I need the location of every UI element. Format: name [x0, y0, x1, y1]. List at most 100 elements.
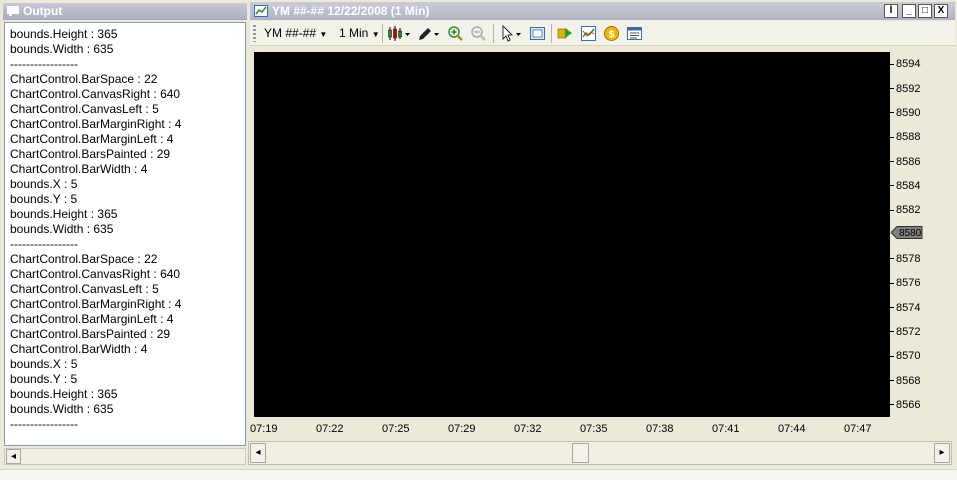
output-line: bounds.Width : 635 — [10, 402, 114, 416]
output-line: ChartControl.BarMarginLeft : 4 — [10, 312, 174, 326]
chart-toolbar: YM ##-## ▼ 1 Min ▼ $ — [250, 21, 955, 46]
y-tick-mark — [890, 331, 894, 333]
restore-pane-button[interactable]: l — [884, 4, 898, 18]
x-tick-label: 07:41 — [712, 423, 740, 435]
chevron-down-icon: ▼ — [319, 30, 328, 39]
y-tick-mark — [890, 404, 894, 406]
output-horizontal-scrollbar[interactable]: ◂ — [4, 448, 246, 465]
x-tick-label: 07:22 — [316, 423, 344, 435]
instrument-label: YM ##-## — [264, 26, 317, 40]
output-window-icon — [7, 6, 19, 16]
scroll-left-icon[interactable]: ◂ — [250, 443, 266, 463]
y-tick-label: 8586 — [896, 155, 921, 168]
output-line: ChartControl.BarSpace : 22 — [10, 72, 158, 86]
y-tick-label: 8570 — [896, 350, 921, 363]
y-tick-label: 8588 — [896, 131, 921, 144]
y-tick-mark — [890, 209, 894, 211]
output-line: bounds.Height : 365 — [10, 207, 118, 221]
y-tick-mark — [890, 282, 894, 284]
output-line: ChartControl.BarMarginRight : 4 — [10, 117, 182, 131]
chart-horizontal-scrollbar[interactable]: ◂ ▸ — [248, 441, 952, 465]
scroll-right-icon[interactable]: ▸ — [934, 443, 950, 463]
strategies-icon[interactable] — [557, 25, 574, 42]
pointer-icon[interactable] — [500, 25, 524, 42]
output-panel: Output bounds.Height : 365 bounds.Width :… — [0, 0, 248, 469]
output-line: ChartControl.BarMarginLeft : 4 — [10, 132, 174, 146]
x-tick-label: 07:38 — [646, 423, 674, 435]
y-tick-label: 8582 — [896, 204, 921, 217]
y-tick-label: 8590 — [896, 106, 921, 119]
y-tick-mark — [890, 380, 894, 381]
orders-icon[interactable]: $ — [603, 25, 620, 42]
y-tick-label: 8572 — [896, 325, 921, 338]
indicators-icon[interactable] — [580, 25, 597, 42]
zoom-in-icon[interactable] — [447, 25, 464, 42]
instrument-dropdown[interactable]: YM ##-## ▼ — [264, 25, 327, 42]
chart-title: YM ##-## 12/22/2008 (1 Min) — [272, 4, 430, 18]
y-tick-mark — [890, 112, 894, 114]
output-text-area[interactable]: bounds.Height : 365 bounds.Width : 635 ---… — [4, 22, 246, 446]
interval-label: 1 Min — [339, 26, 369, 40]
output-line: ChartControl.CanvasLeft : 5 — [10, 282, 159, 296]
y-tick-label: 8576 — [896, 277, 921, 290]
y-tick-mark — [890, 161, 894, 162]
output-line: ChartControl.BarMarginRight : 4 — [10, 297, 182, 311]
output-line: bounds.X : 5 — [10, 357, 78, 371]
output-title-bar[interactable]: Output — [3, 3, 247, 20]
output-line: bounds.Width : 635 — [10, 42, 114, 56]
scrollbar-thumb[interactable] — [572, 443, 589, 463]
x-tick-label: 07:25 — [382, 423, 410, 435]
last-price-marker: 8580 — [891, 226, 923, 239]
time-axis[interactable]: 07:19 07:22 07:25 07:29 07:32 07:35 07:38 07:41… — [248, 418, 957, 440]
scroll-left-icon[interactable]: ◂ — [6, 449, 21, 464]
y-tick-label: 8584 — [896, 179, 921, 192]
y-tick-label: 8594 — [896, 58, 921, 71]
x-tick-label: 07:35 — [580, 423, 608, 435]
output-line: ChartControl.BarsPainted : 29 — [10, 327, 171, 341]
output-line: ----------------- — [10, 57, 78, 71]
drawing-tool-icon[interactable] — [416, 25, 440, 42]
x-tick-label: 07:47 — [844, 423, 872, 435]
y-tick-mark — [890, 136, 894, 138]
minimize-button[interactable]: _ — [902, 4, 916, 18]
interval-dropdown[interactable]: 1 Min ▼ — [339, 25, 380, 42]
chart-window-icon — [254, 5, 268, 17]
output-line: ChartControl.CanvasRight : 640 — [10, 87, 181, 101]
chart-title-bar[interactable]: YM ##-## 12/22/2008 (1 Min) l _ □ X — [250, 2, 955, 20]
zoom-out-icon[interactable] — [470, 25, 487, 42]
y-tick-label: 8574 — [896, 301, 921, 314]
maximize-button[interactable]: □ — [918, 4, 932, 18]
data-box-icon[interactable] — [529, 25, 546, 42]
y-tick-mark — [890, 307, 894, 308]
x-tick-label: 07:44 — [778, 423, 806, 435]
output-line: bounds.X : 5 — [10, 177, 78, 191]
y-tick-mark — [890, 63, 894, 65]
bar-type-icon[interactable] — [387, 25, 411, 42]
y-tick-mark — [890, 185, 894, 187]
output-line: bounds.Y : 5 — [10, 192, 78, 206]
y-tick-mark — [890, 355, 894, 357]
chart-plot-area[interactable] — [254, 52, 890, 417]
last-price-label: 8580 — [899, 228, 922, 239]
properties-icon[interactable] — [626, 25, 643, 42]
output-line: bounds.Y : 5 — [10, 372, 78, 386]
output-line: ChartControl.BarSpace : 22 — [10, 252, 158, 266]
output-line: bounds.Width : 635 — [10, 222, 114, 236]
toolbar-grip-icon[interactable] — [253, 25, 256, 42]
chevron-down-icon: ▼ — [371, 30, 380, 39]
y-tick-label: 8578 — [896, 252, 921, 265]
x-tick-label: 07:32 — [514, 423, 542, 435]
output-line: ChartControl.CanvasRight : 640 — [10, 267, 181, 281]
x-tick-label: 07:29 — [448, 423, 476, 435]
output-line: bounds.Height : 365 — [10, 387, 118, 401]
y-tick-mark — [890, 258, 894, 260]
output-line: bounds.Height : 365 — [10, 27, 118, 41]
x-tick-label: 07:19 — [250, 423, 278, 435]
y-tick-mark — [890, 88, 894, 89]
output-line: ChartControl.CanvasLeft : 5 — [10, 102, 159, 116]
output-line: ChartControl.BarWidth : 4 — [10, 162, 148, 176]
output-line: ----------------- — [10, 417, 78, 431]
y-tick-label: 8568 — [896, 374, 921, 387]
output-line: ChartControl.BarsPainted : 29 — [10, 147, 171, 161]
close-button[interactable]: X — [934, 4, 948, 18]
